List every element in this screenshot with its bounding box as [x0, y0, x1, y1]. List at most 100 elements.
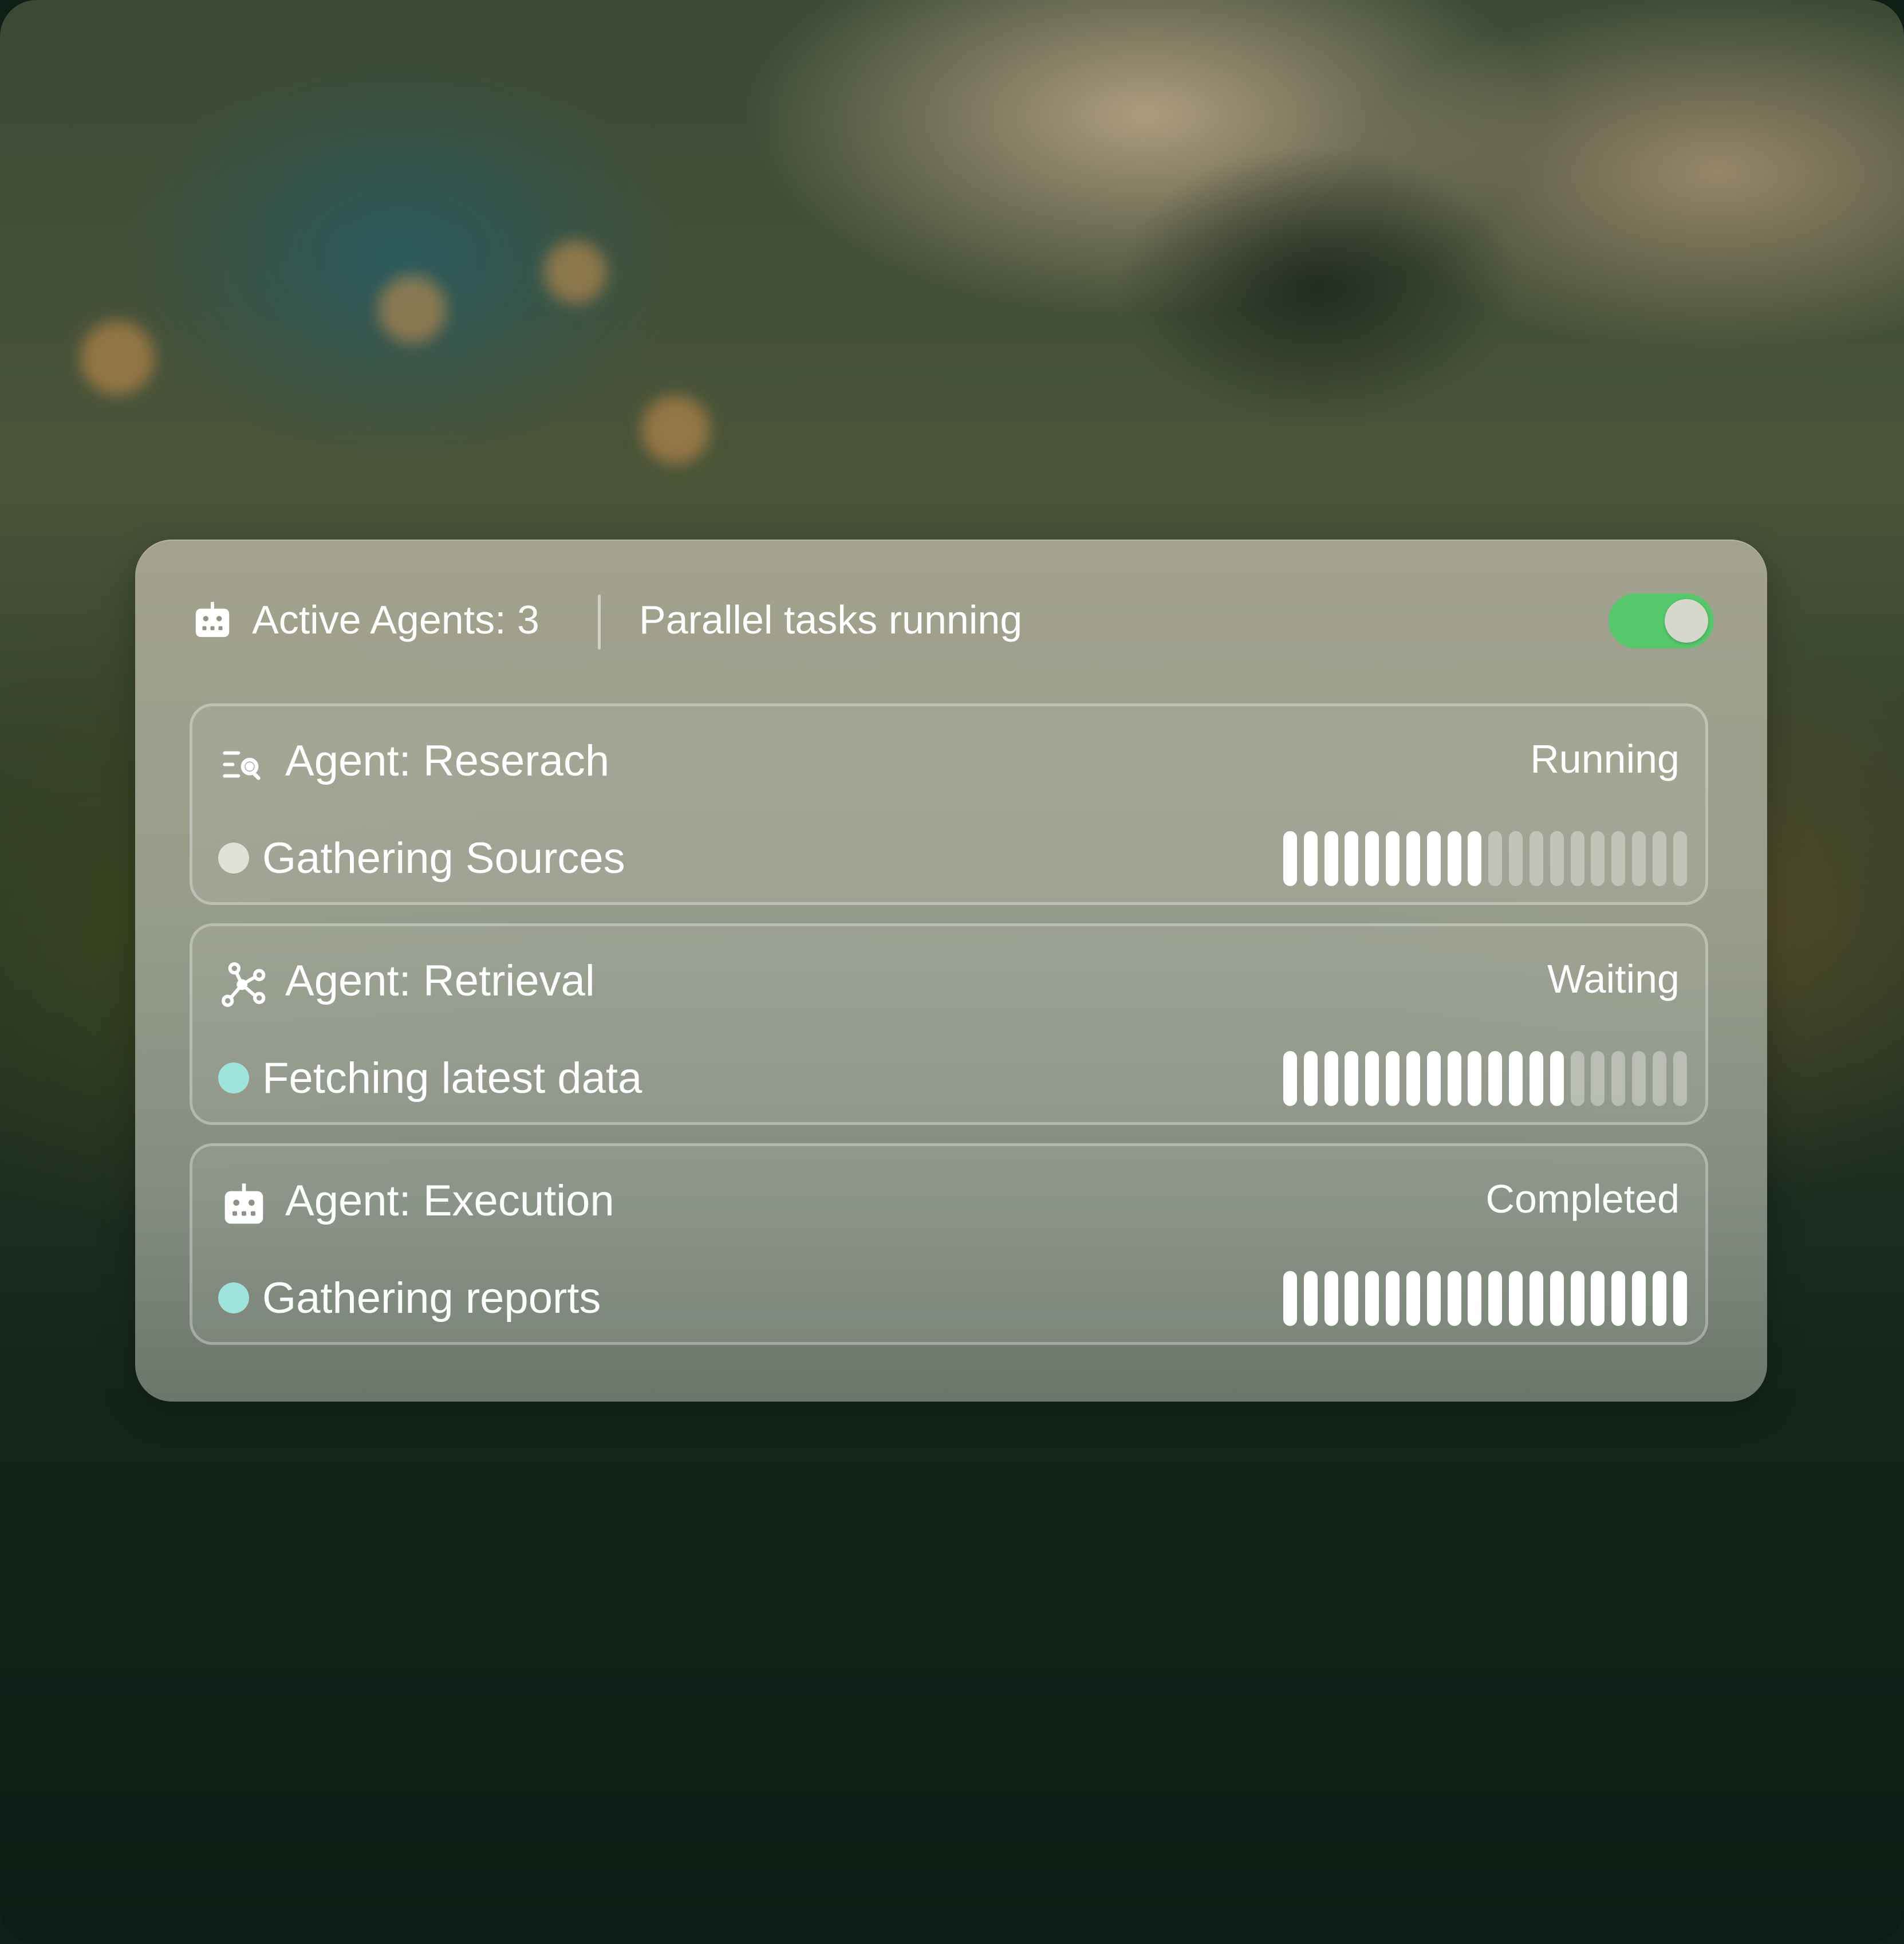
progress-segment — [1447, 1271, 1461, 1326]
progress-segment — [1488, 831, 1503, 886]
progress-bar — [1283, 1051, 1687, 1106]
progress-segment — [1570, 1051, 1584, 1106]
progress-segment — [1652, 1051, 1666, 1106]
network-nodes-icon — [222, 962, 266, 1008]
progress-segment — [1591, 1271, 1605, 1326]
progress-segment — [1303, 1271, 1318, 1326]
progress-segment — [1386, 1271, 1400, 1326]
agent-row-retrieval[interactable]: Agent: Retrieval Waiting Fetching latest… — [190, 923, 1708, 1125]
progress-segment — [1611, 1271, 1626, 1326]
progress-segment — [1283, 831, 1297, 886]
progress-bar — [1283, 831, 1687, 886]
agent-title: Agent: Retrieval — [285, 956, 595, 1006]
progress-segment — [1591, 1051, 1605, 1106]
progress-segment — [1406, 831, 1420, 886]
bokeh-light — [641, 395, 710, 464]
progress-segment — [1652, 1271, 1666, 1326]
progress-segment — [1303, 1051, 1318, 1106]
progress-segment — [1509, 1051, 1523, 1106]
progress-segment — [1345, 1051, 1359, 1106]
robot-icon — [224, 1183, 263, 1224]
agent-name: Reserach — [423, 737, 610, 785]
progress-segment — [1283, 1271, 1297, 1326]
progress-segment — [1509, 831, 1523, 886]
progress-segment — [1488, 1271, 1503, 1326]
progress-segment — [1345, 831, 1359, 886]
status-dot — [218, 1282, 249, 1313]
progress-segment — [1529, 1051, 1543, 1106]
progress-segment — [1447, 831, 1461, 886]
agent-title: Agent: Reserach — [285, 736, 609, 786]
agent-title: Agent: Execution — [285, 1176, 614, 1226]
progress-segment — [1591, 831, 1605, 886]
progress-segment — [1570, 831, 1584, 886]
progress-segment — [1406, 1051, 1420, 1106]
progress-segment — [1447, 1051, 1461, 1106]
panel-header: Active Agents: 3 Parallel tasks running — [135, 540, 1767, 702]
toggle-knob[interactable] — [1665, 599, 1708, 643]
progress-segment — [1550, 1051, 1564, 1106]
bokeh-light — [80, 321, 155, 395]
agent-name: Execution — [423, 1176, 614, 1225]
status-dot — [218, 843, 249, 873]
active-agents-count: 3 — [517, 597, 539, 642]
progress-segment — [1426, 1051, 1441, 1106]
progress-segment — [1673, 1051, 1687, 1106]
active-agents-text: Active Agents: — [252, 597, 506, 642]
bokeh-light — [378, 275, 447, 344]
parallel-toggle[interactable] — [1609, 593, 1714, 648]
progress-segment — [1652, 831, 1666, 886]
progress-segment — [1365, 1271, 1379, 1326]
agent-key: Agent: — [285, 957, 411, 1005]
progress-segment — [1345, 1271, 1359, 1326]
progress-segment — [1673, 1271, 1687, 1326]
agent-row-research[interactable]: Agent: Reserach Running Gathering Source… — [190, 703, 1708, 905]
progress-segment — [1324, 1051, 1338, 1106]
progress-bar — [1283, 1271, 1687, 1326]
task-label: Gathering Sources — [262, 834, 625, 883]
progress-segment — [1611, 1051, 1626, 1106]
status-badge: Waiting — [1547, 957, 1680, 1001]
agent-key: Agent: — [285, 1176, 411, 1225]
progress-segment — [1324, 831, 1338, 886]
robot-icon — [195, 601, 230, 637]
task-label: Gathering reports — [262, 1274, 601, 1323]
progress-segment — [1283, 1051, 1297, 1106]
progress-segment — [1365, 831, 1379, 886]
progress-segment — [1529, 831, 1543, 886]
header-status-text: Parallel tasks running — [639, 597, 1023, 642]
progress-segment — [1509, 1271, 1523, 1326]
agent-row-execution[interactable]: Agent: Execution Completed Gathering rep… — [190, 1143, 1708, 1345]
progress-segment — [1365, 1051, 1379, 1106]
progress-segment — [1550, 1271, 1564, 1326]
status-badge: Completed — [1485, 1176, 1680, 1221]
progress-segment — [1406, 1271, 1420, 1326]
progress-segment — [1303, 831, 1318, 886]
progress-segment — [1673, 831, 1687, 886]
agents-panel: Active Agents: 3 Parallel tasks running … — [135, 540, 1767, 1402]
progress-segment — [1324, 1271, 1338, 1326]
active-agents-label: Active Agents: 3 — [252, 597, 539, 643]
header-divider — [598, 595, 601, 650]
progress-segment — [1386, 1051, 1400, 1106]
progress-segment — [1468, 1051, 1482, 1106]
status-dot — [218, 1062, 249, 1093]
status-badge: Running — [1530, 737, 1680, 781]
progress-segment — [1632, 1051, 1646, 1106]
bokeh-light — [544, 241, 607, 304]
task-label: Fetching latest data — [262, 1054, 642, 1103]
progress-segment — [1468, 831, 1482, 886]
progress-segment — [1632, 831, 1646, 886]
progress-segment — [1611, 831, 1626, 886]
progress-segment — [1386, 831, 1400, 886]
progress-segment — [1468, 1271, 1482, 1326]
progress-segment — [1426, 1271, 1441, 1326]
progress-segment — [1632, 1271, 1646, 1326]
progress-segment — [1550, 831, 1564, 886]
progress-segment — [1529, 1271, 1543, 1326]
progress-segment — [1570, 1271, 1584, 1326]
progress-segment — [1488, 1051, 1503, 1106]
agent-name: Retrieval — [423, 957, 595, 1005]
search-list-icon — [223, 751, 261, 780]
progress-segment — [1426, 831, 1441, 886]
